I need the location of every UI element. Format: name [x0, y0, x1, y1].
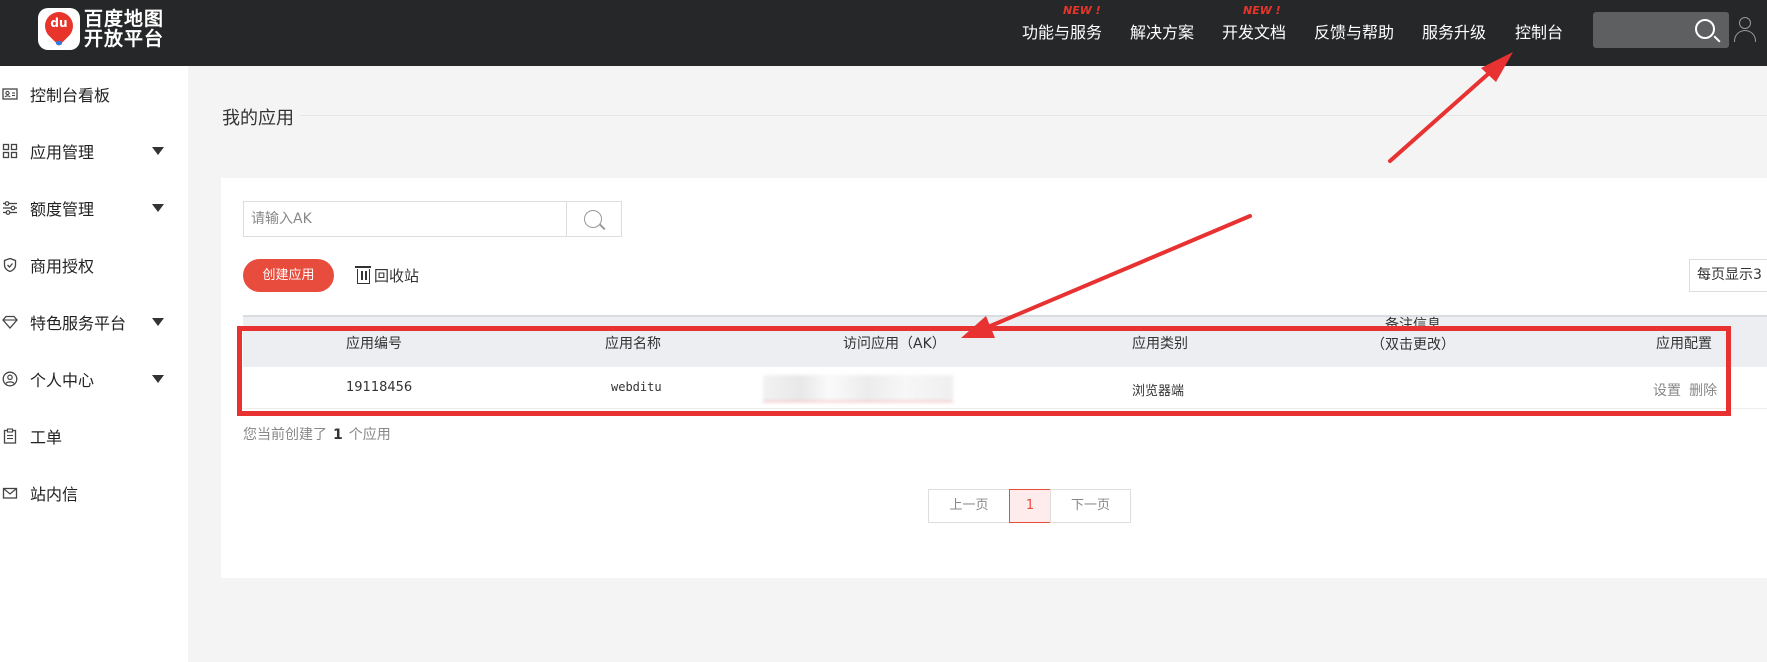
mail-icon [2, 487, 18, 499]
prev-page-button[interactable]: 上一页 [928, 489, 1010, 523]
baidu-map-logo[interactable]: du 百度地图 开放平台 [38, 6, 164, 50]
logo-text: 百度地图 开放平台 [84, 9, 164, 49]
search-icon[interactable] [1695, 19, 1715, 39]
sidebar-item-label: 工单 [30, 428, 63, 447]
sidebar-item-label: 个人中心 [30, 371, 95, 390]
sidebar-item-label: 站内信 [30, 485, 79, 504]
nav-item-features[interactable]: 功能与服务 [1022, 19, 1102, 43]
sidebar-item-label: 额度管理 [30, 200, 95, 219]
ak-search-input[interactable] [244, 202, 566, 236]
sidebar-item-work-order[interactable]: 工单 [0, 416, 188, 456]
annotation-arrow-to-console [1388, 52, 1513, 163]
count-prefix: 您当前创建了 [243, 427, 327, 443]
nav-new-badge: NEW ! [1243, 4, 1281, 17]
logo-text-line2: 开放平台 [84, 28, 165, 50]
count-suffix: 个应用 [348, 427, 391, 443]
id-card-icon [2, 88, 18, 100]
nav-item-solutions[interactable]: 解决方案 [1130, 19, 1194, 43]
next-page-button[interactable]: 下一页 [1050, 489, 1131, 523]
sliders-icon [3, 201, 17, 215]
nav-item-docs[interactable]: 开发文档 [1222, 19, 1286, 43]
user-icon[interactable] [1733, 17, 1757, 43]
page-size-select[interactable]: 每页显示3 [1689, 259, 1767, 292]
nav-item-feedback[interactable]: 反馈与帮助 [1314, 19, 1394, 43]
sidebar: 控制台看板 应用管理 额度管理 商用授权 特色服务平台 个人中心 工单 站内信 [0, 66, 188, 662]
sidebar-item-label: 特色服务平台 [30, 314, 127, 333]
sidebar-item-label: 控制台看板 [30, 86, 111, 105]
user-circle-icon [2, 371, 18, 387]
sidebar-item-commercial-license[interactable]: 商用授权 [0, 245, 188, 285]
nav-new-badge: NEW ! [1063, 4, 1101, 17]
chevron-down-icon[interactable] [152, 204, 164, 212]
search-icon[interactable] [584, 210, 602, 228]
sidebar-item-messages[interactable]: 站内信 [0, 473, 188, 513]
sidebar-item-label: 应用管理 [30, 143, 95, 162]
title-divider [300, 115, 1767, 116]
pagination: 上一页 1 下一页 [928, 489, 1131, 523]
nav-item-upgrade[interactable]: 服务升级 [1422, 19, 1486, 43]
app-count-text: 您当前创建了 1 个应用 [243, 424, 391, 444]
clipboard-icon [3, 428, 17, 444]
nav-item-console[interactable]: 控制台 [1515, 19, 1563, 43]
trash-icon [355, 266, 371, 284]
sidebar-item-dashboard[interactable]: 控制台看板 [0, 74, 188, 114]
ak-search-box [243, 201, 622, 237]
sidebar-item-label: 商用授权 [30, 257, 95, 276]
header-search-box[interactable] [1593, 12, 1729, 48]
page-number-button[interactable]: 1 [1009, 489, 1051, 523]
logo-badge-icon: du [38, 6, 80, 50]
page-title: 我的应用 [222, 108, 294, 129]
chevron-down-icon[interactable] [152, 147, 164, 155]
annotation-highlight-box [237, 326, 1731, 416]
recycle-bin-link[interactable]: 回收站 [355, 264, 420, 286]
shield-icon [3, 257, 17, 273]
top-navbar: du 百度地图 开放平台 NEW ! NEW ! 功能与服务 解决方案 开发文档… [0, 0, 1767, 66]
chevron-down-icon[interactable] [152, 318, 164, 326]
logo-pin-text: du [50, 16, 68, 30]
sidebar-item-app-management[interactable]: 应用管理 [0, 131, 188, 171]
sidebar-item-special-services[interactable]: 特色服务平台 [0, 302, 188, 342]
sidebar-item-quota-management[interactable]: 额度管理 [0, 188, 188, 228]
create-app-button[interactable]: 创建应用 [243, 259, 334, 292]
grid-icon [2, 143, 18, 159]
sidebar-item-personal-center[interactable]: 个人中心 [0, 359, 188, 399]
recycle-bin-label: 回收站 [374, 266, 420, 285]
count-value: 1 [333, 427, 343, 443]
chevron-down-icon[interactable] [152, 375, 164, 383]
diamond-icon [2, 315, 18, 329]
logo-text-line1: 百度地图 [84, 8, 165, 30]
